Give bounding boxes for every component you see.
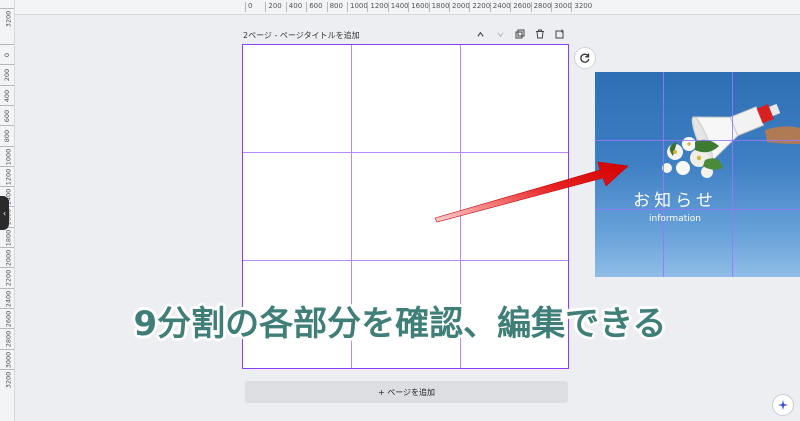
- ruler-tick: 200: [265, 2, 282, 12]
- magic-assistant-button[interactable]: [772, 394, 794, 416]
- ruler-tick: 200: [0, 64, 14, 82]
- ruler-tick: 2800: [530, 2, 551, 12]
- ruler-tick: 3200: [0, 368, 14, 388]
- ruler-tick: 0: [245, 2, 252, 12]
- chevron-up-icon[interactable]: [474, 28, 486, 40]
- add-page-button[interactable]: + ページを追加: [245, 381, 568, 403]
- regenerate-button[interactable]: [574, 47, 596, 69]
- ruler-tick: 1200: [367, 2, 388, 12]
- chevron-left-icon: ‹: [2, 208, 7, 218]
- ruler-tick: 2200: [0, 267, 14, 287]
- ruler-tick: 0: [0, 44, 14, 59]
- ruler-tick: 2000: [449, 2, 470, 12]
- page-header: 2ページ - ページタイトルを追加: [243, 28, 570, 44]
- ruler-tick: 400: [285, 2, 302, 12]
- ruler-tick: 2200: [469, 2, 490, 12]
- sample-title: お知らせ: [633, 191, 717, 211]
- caption-text: 9分割の各部分を確認、編集できる: [133, 304, 667, 344]
- refresh-icon: [580, 53, 590, 63]
- ruler-tick: 3000: [0, 348, 14, 368]
- ruler-tick: 2000: [0, 247, 14, 266]
- sparkle-icon: [778, 400, 788, 410]
- ruler-tick: 3200: [571, 2, 592, 12]
- ruler-tick: 800: [326, 2, 343, 12]
- ruler-tick: 800: [0, 125, 14, 142]
- ruler-tick: 1200: [0, 165, 14, 185]
- ruler-tick: 1000: [347, 2, 368, 12]
- sample-subtitle: information: [649, 214, 701, 224]
- ruler-tick: 1800: [428, 2, 449, 12]
- ruler-tick: 3200: [0, 8, 14, 27]
- ruler-tick: 1000: [0, 145, 14, 165]
- ruler-tick: 600: [306, 2, 323, 12]
- megaphone-illustration: [662, 103, 800, 178]
- horizontal-ruler: 0 200 400 600 800 1000 1200 1400 1600 1800 2000 220…: [0, 0, 800, 15]
- ruler-tick: 600: [0, 104, 14, 122]
- ruler-tick: 2600: [510, 2, 531, 12]
- ruler-tick: 3000: [551, 2, 572, 12]
- sample-image: お知らせ information: [595, 72, 800, 277]
- ruler-tick: 400: [0, 84, 14, 102]
- chevron-down-icon[interactable]: [494, 28, 506, 40]
- collapse-panel-handle[interactable]: ‹: [0, 196, 9, 230]
- ruler-tick: 2400: [489, 2, 511, 12]
- ruler-tick: 1600: [408, 2, 429, 12]
- grid-line: [243, 152, 568, 153]
- duplicate-icon[interactable]: [514, 28, 526, 40]
- add-page-icon[interactable]: [554, 28, 566, 40]
- trash-icon[interactable]: [534, 28, 546, 40]
- page-title[interactable]: 2ページ - ページタイトルを追加: [243, 30, 360, 41]
- grid-line: [243, 260, 568, 261]
- ruler-tick: 1400: [387, 2, 409, 12]
